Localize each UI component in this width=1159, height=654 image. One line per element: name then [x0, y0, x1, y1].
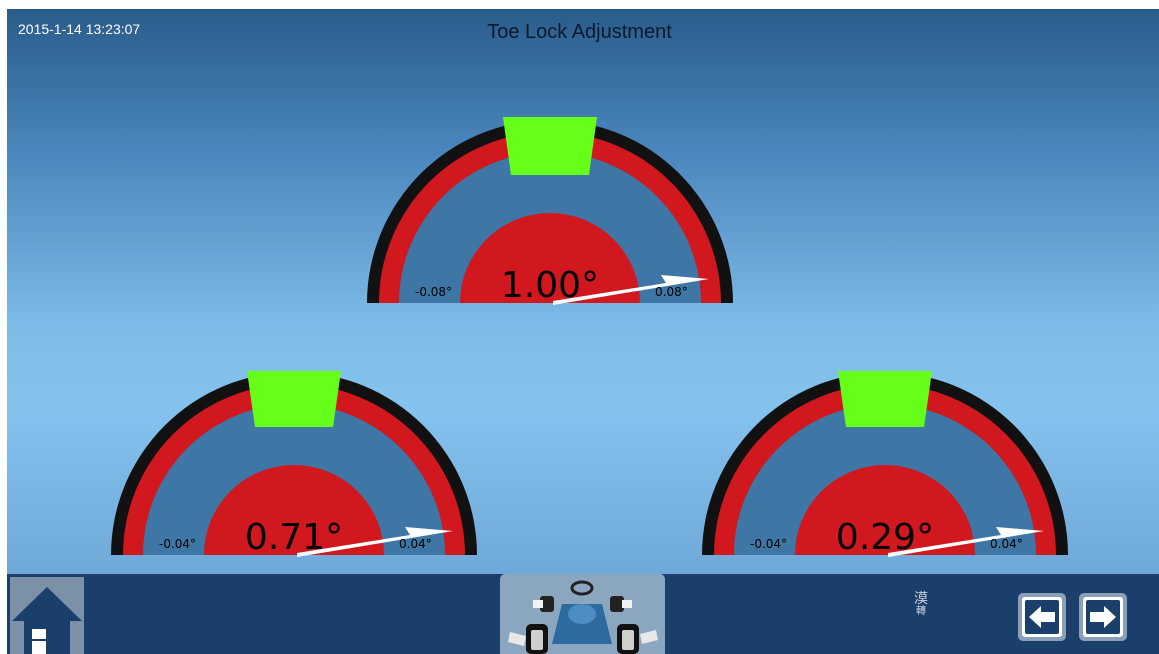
bottom-toolbar: 漠 轉: [7, 574, 1159, 654]
gauge-left-min: -0.04°: [159, 537, 197, 551]
gauge-left-max: 0.04°: [399, 537, 432, 551]
tolerance-window: [247, 371, 341, 427]
arrow-left-icon: [1018, 593, 1066, 641]
home-button[interactable]: [10, 577, 84, 654]
vehicle-view-button[interactable]: [500, 574, 665, 654]
next-button[interactable]: [1078, 592, 1128, 642]
gauge-right-min: -0.04°: [750, 537, 788, 551]
gauge-total-max: 0.08°: [655, 285, 688, 299]
gauge-total-toe: 1.00° -0.08° 0.08°: [365, 107, 735, 306]
gauge-right-toe: 0.29° -0.04° 0.04°: [700, 361, 1070, 558]
status-glyph-top: 漠: [914, 590, 928, 606]
home-icon: [12, 587, 82, 654]
alignment-screen: 2015-1-14 13:23:07 Toe Lock Adjustment 1…: [7, 9, 1159, 654]
status-glyphs: 漠 轉: [911, 590, 931, 618]
status-glyph-bottom: 轉: [916, 606, 926, 617]
gauge-total-min: -0.08°: [415, 285, 453, 299]
gauge-right-max: 0.04°: [990, 537, 1023, 551]
previous-button[interactable]: [1017, 592, 1067, 642]
gauge-left-toe: 0.71° -0.04° 0.04°: [109, 361, 479, 558]
arrow-right-icon: [1079, 593, 1127, 641]
car-steering-icon: [508, 580, 658, 654]
tolerance-window: [503, 117, 597, 175]
tolerance-window: [838, 371, 932, 427]
page-title: Toe Lock Adjustment: [487, 21, 672, 43]
